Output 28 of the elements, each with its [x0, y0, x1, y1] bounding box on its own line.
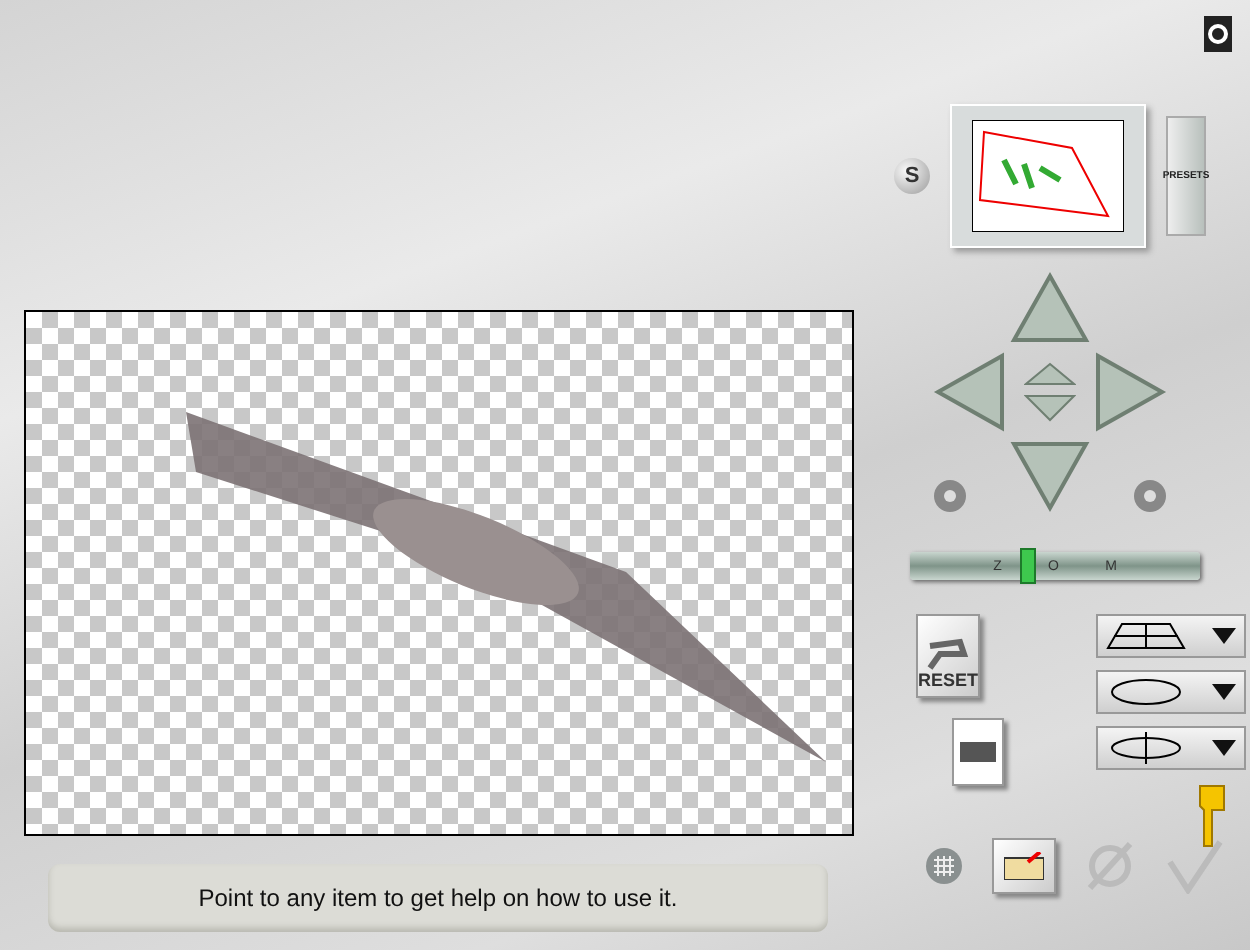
mode-dropdown[interactable]	[1096, 726, 1246, 770]
rotate-left-knob-icon[interactable]	[930, 476, 970, 516]
move-down-button[interactable]	[1024, 394, 1076, 422]
mode-dropdown[interactable]	[1096, 670, 1246, 714]
reset-button[interactable]: RESET	[916, 614, 980, 698]
move-up-button[interactable]	[1024, 362, 1076, 386]
right-arrow-button[interactable]	[1090, 352, 1170, 432]
flip-axis-icon	[1106, 732, 1186, 764]
left-arrow-button[interactable]	[930, 352, 1010, 432]
rotate-right-knob-icon[interactable]	[1130, 476, 1170, 516]
open-folder-button[interactable]	[992, 838, 1056, 894]
help-text: Point to any item to get help on how to use it.	[48, 864, 828, 932]
rotate-circle-icon	[1106, 676, 1186, 708]
caret-icon	[1212, 684, 1236, 700]
zoom-slider-thumb[interactable]	[1019, 548, 1036, 584]
folder-icon	[1004, 852, 1044, 880]
caret-icon	[1212, 628, 1236, 644]
up-arrow-button[interactable]	[1010, 268, 1090, 348]
mode-dropdown[interactable]	[1096, 614, 1246, 658]
image-button[interactable]	[952, 718, 1004, 786]
down-arrow-button[interactable]	[1010, 436, 1090, 516]
style-button[interactable]: S	[894, 158, 930, 194]
logo-icon	[1204, 16, 1232, 52]
ok-check-icon[interactable]	[1164, 838, 1224, 894]
grid-icon[interactable]	[924, 846, 964, 886]
image-thumbnail-icon	[960, 742, 996, 762]
caret-icon	[1212, 740, 1236, 756]
perspective-grid-icon	[1106, 620, 1186, 652]
